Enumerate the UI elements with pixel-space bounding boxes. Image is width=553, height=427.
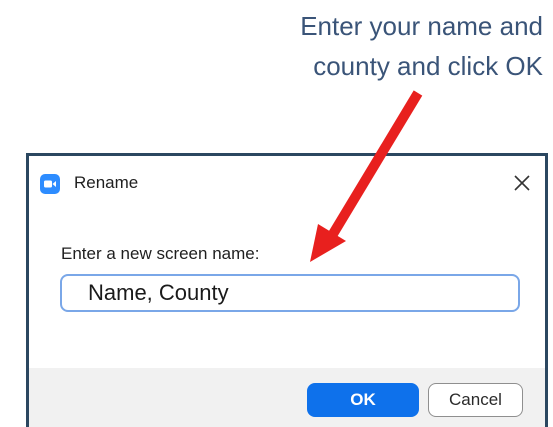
instruction-callout: Enter your name and county and click OK <box>183 6 543 86</box>
close-icon <box>514 175 530 191</box>
screen-name-input[interactable] <box>60 274 520 312</box>
dialog-footer: OK Cancel <box>29 368 545 427</box>
instruction-line-1: Enter your name and <box>300 11 543 41</box>
close-button[interactable] <box>507 168 537 198</box>
cancel-button[interactable]: Cancel <box>428 383 523 417</box>
rename-dialog: Rename Enter a new screen name: OK Cance… <box>26 153 548 427</box>
zoom-camera-icon <box>40 174 60 194</box>
instruction-line-2: county and click OK <box>313 51 543 81</box>
screen-name-label: Enter a new screen name: <box>61 244 260 263</box>
ok-button[interactable]: OK <box>307 383 419 417</box>
dialog-titlebar: Rename <box>29 156 545 208</box>
dialog-title: Rename <box>74 173 139 192</box>
